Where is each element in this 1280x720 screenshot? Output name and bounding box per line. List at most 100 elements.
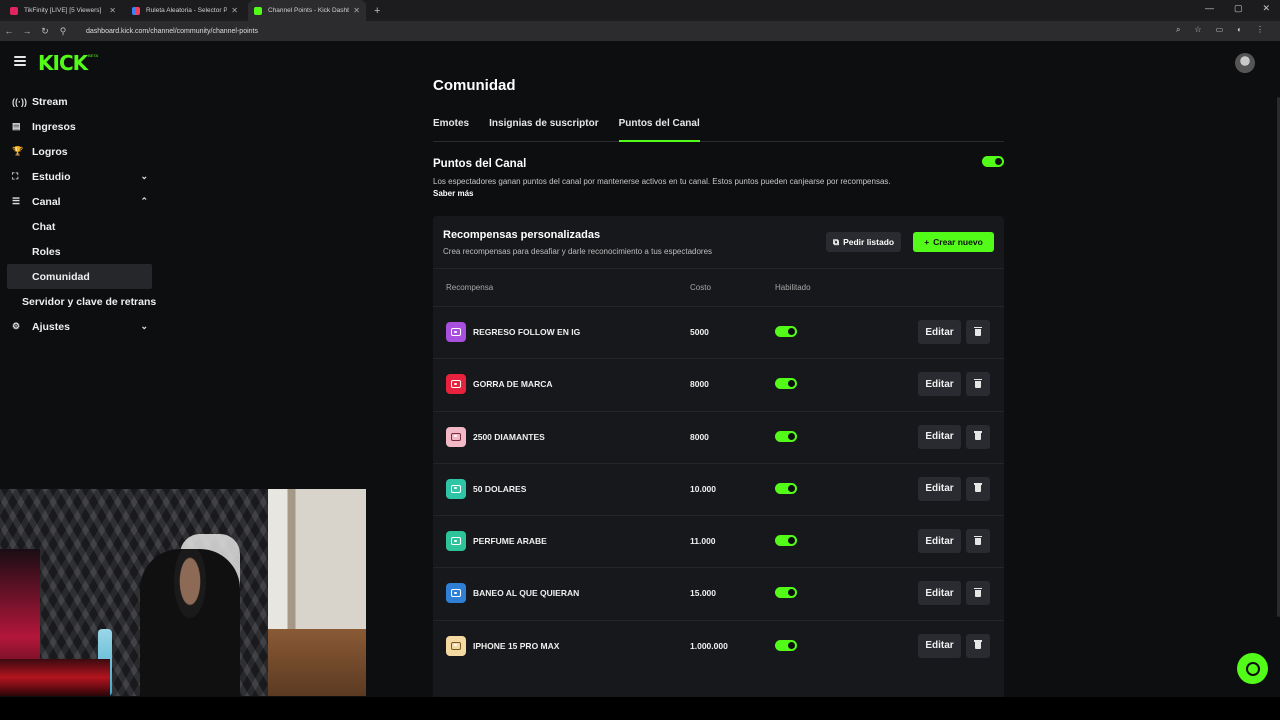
reward-icon: [446, 583, 466, 604]
reward-enabled-toggle[interactable]: [775, 587, 797, 599]
reward-icon: [446, 374, 466, 395]
edit-button[interactable]: Editar: [918, 320, 961, 344]
page-title: Comunidad: [433, 77, 516, 94]
reward-icon: [446, 531, 466, 552]
rewards-subtitle: Crea recompensas para desafiar y darle r…: [443, 247, 713, 256]
sidebar-item-label: Estudio: [32, 170, 71, 183]
user-avatar[interactable]: [1235, 53, 1255, 73]
edit-button[interactable]: Editar: [918, 372, 961, 397]
delete-button[interactable]: [966, 372, 990, 397]
sidebar-item-logros[interactable]: 🏆 Logros: [0, 139, 160, 164]
webcam-floor: [268, 629, 366, 696]
channel-points-description: Los espectadores ganan puntos del canal …: [433, 177, 891, 186]
chevron-up-icon[interactable]: ⌃: [140, 196, 148, 207]
sidebar-item-estudio[interactable]: ⛶ Estudio ⌄: [0, 164, 160, 189]
close-tab-icon[interactable]: ✕: [353, 6, 360, 15]
delete-button[interactable]: [966, 424, 990, 449]
custom-rewards-card: Recompensas personalizadas Crea recompen…: [433, 216, 1004, 697]
reward-cost: 5000: [690, 327, 709, 337]
tab-emotes[interactable]: Emotes: [433, 118, 469, 142]
channel-points-toggle[interactable]: [982, 156, 1004, 167]
kick-logo[interactable]: KICK: [38, 51, 88, 75]
delete-button[interactable]: [966, 529, 990, 554]
request-list-button[interactable]: ⧉ Pedir listado: [826, 232, 902, 252]
minimize-button[interactable]: —: [1205, 3, 1214, 14]
close-tab-icon[interactable]: ✕: [109, 6, 116, 15]
trash-icon: [974, 378, 982, 388]
edit-button[interactable]: Editar: [918, 581, 961, 606]
trash-icon: [974, 326, 982, 336]
bookmark-star-icon[interactable]: ☆: [1194, 25, 1201, 35]
channel-points-title: Puntos del Canal: [433, 158, 527, 170]
reward-enabled-toggle[interactable]: [775, 378, 797, 390]
kick-favicon-icon: [254, 6, 262, 15]
edit-button[interactable]: Editar: [918, 424, 961, 449]
menu-dots-icon[interactable]: ⋮: [1256, 25, 1264, 35]
reward-icon: [446, 478, 466, 499]
ruleta-favicon-icon: [132, 6, 140, 15]
edit-button[interactable]: Editar: [918, 633, 961, 658]
forward-icon[interactable]: →: [18, 26, 36, 36]
trash-icon: [974, 535, 982, 545]
delete-button[interactable]: [966, 320, 990, 344]
profile-icon[interactable]: ◐: [1237, 25, 1242, 35]
browser-tab-kick[interactable]: Channel Points - Kick Dashboar ✕: [248, 0, 366, 21]
new-tab-button[interactable]: +: [374, 5, 380, 17]
close-window-button[interactable]: ✕: [1262, 3, 1270, 14]
learn-more-link[interactable]: Saber más: [433, 189, 473, 198]
delete-button[interactable]: [966, 581, 990, 606]
table-row: GORRA DE MARCA 8000 Editar: [433, 359, 1004, 412]
maximize-button[interactable]: ▢: [1234, 3, 1243, 14]
reward-enabled-toggle[interactable]: [775, 482, 797, 494]
reward-enabled-toggle[interactable]: [775, 430, 797, 442]
sidebar-item-stream[interactable]: ((·)) Stream: [0, 89, 160, 114]
browser-tab-ruleta[interactable]: Ruleta Aleatoria - Selector Pers ✕: [126, 0, 244, 21]
table-row: 2500 DIAMANTES 8000 Editar: [433, 412, 1004, 464]
chevron-down-icon[interactable]: ⌄: [140, 321, 148, 332]
browser-tab-bar: TikFinity [LIVE] [5 Viewers] ✕ Ruleta Al…: [0, 0, 1280, 21]
sidebar-item-roles[interactable]: Roles: [0, 239, 160, 264]
sidebar-item-comunidad[interactable]: Comunidad: [7, 264, 152, 289]
gear-icon: ⚙: [12, 321, 21, 331]
request-list-label: Pedir listado: [843, 237, 895, 247]
reward-enabled-toggle[interactable]: [775, 535, 797, 547]
create-new-button[interactable]: + Crear nuevo: [913, 232, 994, 252]
zoom-icon[interactable]: ⌕: [1176, 25, 1180, 35]
sidebar-item-label: Ingresos: [32, 120, 76, 133]
support-chat-button[interactable]: [1237, 653, 1268, 684]
rewards-header: Recompensas personalizadas Crea recompen…: [433, 216, 1004, 269]
sidepanel-icon[interactable]: ▭: [1216, 25, 1224, 35]
webcam-overlay: [0, 489, 366, 696]
site-info-icon[interactable]: ⚲: [54, 26, 72, 37]
studio-icon: ⛶: [12, 171, 19, 181]
tikfinity-favicon-icon: [10, 6, 18, 15]
sidebar-item-canal[interactable]: ☰ Canal ⌃: [0, 189, 160, 214]
sidebar-item-ingresos[interactable]: ▤ Ingresos: [0, 114, 160, 139]
delete-button[interactable]: [966, 633, 990, 658]
webcam-streamer: [140, 549, 240, 696]
url-field[interactable]: dashboard.kick.com/channel/community/cha…: [86, 28, 258, 35]
reload-icon[interactable]: ↻: [36, 26, 54, 37]
close-tab-icon[interactable]: ✕: [231, 6, 238, 15]
back-icon[interactable]: ←: [0, 26, 18, 36]
tab-puntos-del-canal[interactable]: Puntos del Canal: [618, 118, 700, 142]
tab-insignias[interactable]: Insignias de suscriptor: [489, 118, 598, 142]
reward-enabled-toggle[interactable]: [775, 326, 797, 337]
browser-tab-title: Ruleta Aleatoria - Selector Pers: [146, 7, 228, 14]
browser-tab-tikfinity[interactable]: TikFinity [LIVE] [5 Viewers] ✕: [4, 0, 122, 21]
reward-enabled-toggle[interactable]: [775, 639, 797, 651]
hamburger-menu-icon[interactable]: [14, 56, 26, 66]
edit-button[interactable]: Editar: [918, 529, 961, 554]
sidebar-item-servidor[interactable]: Servidor y clave de retrans: [0, 289, 160, 314]
sidebar-item-label: Canal: [32, 195, 61, 208]
reward-icon: [446, 426, 466, 447]
sidebar-item-label: Ajustes: [32, 320, 70, 333]
edit-button[interactable]: Editar: [918, 476, 961, 501]
column-reward: Recompensa: [446, 283, 494, 292]
sidebar-item-chat[interactable]: Chat: [0, 214, 160, 239]
chevron-down-icon[interactable]: ⌄: [140, 171, 148, 182]
table-row: PERFUME ARABE 11.000 Editar: [433, 516, 1004, 569]
headset-icon: [1245, 661, 1260, 676]
sidebar-item-ajustes[interactable]: ⚙ Ajustes ⌄: [0, 314, 160, 339]
delete-button[interactable]: [966, 476, 990, 501]
